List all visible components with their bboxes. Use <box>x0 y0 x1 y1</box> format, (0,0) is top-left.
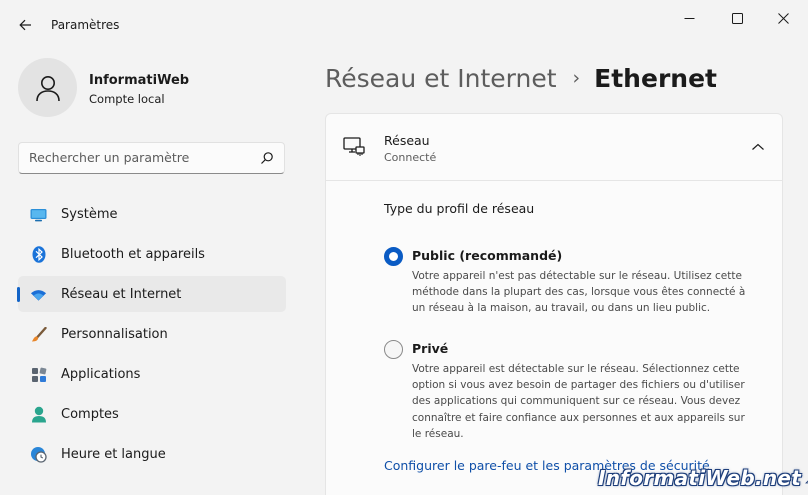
sidebar-item-bluetooth[interactable]: Bluetooth et appareils <box>18 236 286 272</box>
minimize-button[interactable] <box>666 6 712 30</box>
search-icon[interactable] <box>260 151 274 165</box>
app-title: Paramètres <box>51 18 120 32</box>
sidebar-item-applications[interactable]: Applications <box>18 356 286 392</box>
breadcrumb-parent[interactable]: Réseau et Internet <box>325 64 557 93</box>
close-icon <box>777 12 789 24</box>
chevron-up-icon[interactable] <box>751 142 765 152</box>
active-indicator <box>17 287 20 302</box>
clock-globe-icon <box>30 446 47 463</box>
bluetooth-icon <box>30 246 47 263</box>
person-icon <box>30 406 47 423</box>
search-input[interactable] <box>29 150 249 165</box>
radio-button-public[interactable] <box>384 247 403 266</box>
sidebar-item-heure-langue[interactable]: Heure et langue <box>18 436 286 472</box>
radio-label-public: Public (recommandé) <box>412 248 563 263</box>
sidebar-item-systeme[interactable]: Système <box>18 196 286 232</box>
radio-description-prive: Votre appareil est détectable sur le rés… <box>412 363 745 440</box>
user-profile[interactable]: InformatiWeb Compte local <box>18 58 286 118</box>
sidebar-item-label: Réseau et Internet <box>61 287 182 302</box>
settings-window: Paramètres InformatiWeb Compte local Rec… <box>0 0 808 495</box>
title-bar: Paramètres <box>0 0 808 48</box>
profile-type-title: Type du profil de réseau <box>384 201 535 216</box>
avatar <box>18 58 77 117</box>
arrow-left-icon <box>18 19 31 31</box>
radio-description-public: Votre appareil n'est pas détectable sur … <box>412 270 746 315</box>
network-card: Réseau Connecté Type du profil de réseau… <box>325 113 783 495</box>
breadcrumb: Réseau et Internet › Ethernet <box>325 58 717 98</box>
sidebar-item-label: Bluetooth et appareils <box>61 247 205 262</box>
radio-button-prive[interactable] <box>384 340 403 359</box>
profile-account-type: Compte local <box>89 92 165 106</box>
person-icon <box>35 75 60 101</box>
network-card-header[interactable]: Réseau Connecté <box>326 114 782 181</box>
profile-name: InformatiWeb <box>89 73 190 88</box>
apps-icon <box>30 366 47 383</box>
page-title: Ethernet <box>594 63 717 93</box>
sidebar-item-label: Heure et langue <box>61 447 166 462</box>
sidebar-item-label: Personnalisation <box>61 327 168 342</box>
watermark: InformatiWeb.net <box>598 463 808 493</box>
minimize-icon <box>684 17 694 19</box>
search-box <box>18 142 285 174</box>
radio-label-prive: Privé <box>412 341 449 356</box>
sidebar-item-personnalisation[interactable]: Personnalisation <box>18 316 286 352</box>
back-button[interactable] <box>12 12 38 38</box>
sidebar-item-comptes[interactable]: Comptes <box>18 396 286 432</box>
maximize-button[interactable] <box>714 6 760 30</box>
breadcrumb-separator: › <box>572 67 581 89</box>
close-button[interactable] <box>760 6 806 30</box>
system-display-icon <box>30 206 47 223</box>
sidebar-item-label: Comptes <box>61 407 119 422</box>
maximize-icon <box>731 12 743 24</box>
sidebar-item-label: Système <box>61 207 118 222</box>
sidebar-item-label: Applications <box>61 367 141 382</box>
network-status: Connecté <box>384 151 437 164</box>
paintbrush-icon <box>30 326 47 343</box>
wifi-icon <box>30 286 47 303</box>
sidebar-item-reseau[interactable]: Réseau et Internet <box>17 276 286 312</box>
network-title: Réseau <box>384 133 430 148</box>
watermark-text: InformatiWeb.net <box>598 466 802 490</box>
ethernet-icon <box>343 137 365 156</box>
sidebar-nav: Système Bluetooth et appareils Réseau et… <box>17 196 286 476</box>
